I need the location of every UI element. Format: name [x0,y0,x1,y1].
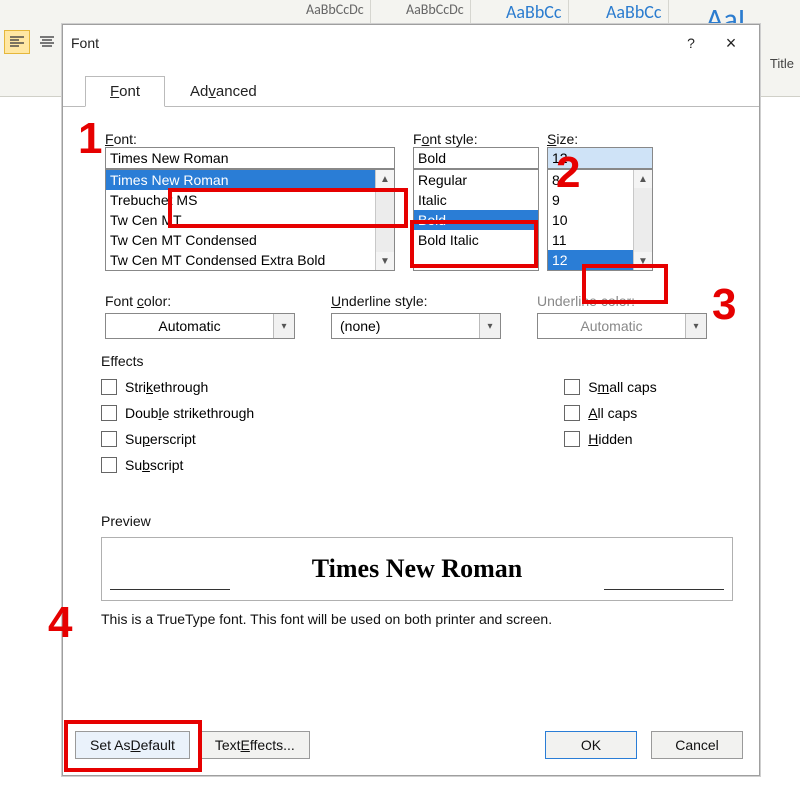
dialog-buttons: Set As Default Text Effects... OK Cancel [75,731,743,759]
font-label: Font: [105,131,395,147]
align-center-icon[interactable] [34,30,60,54]
text-effects-button[interactable]: Text Effects... [200,731,310,759]
font-color-label: Font color: [105,293,295,309]
font-column: Font: Times New Roman Trebuchet MS Tw Ce… [105,131,395,271]
tab-font[interactable]: Font [85,76,165,107]
chevron-down-icon[interactable]: ▾ [479,314,500,338]
font-pane: Font: Times New Roman Trebuchet MS Tw Ce… [63,107,759,153]
scroll-up-icon[interactable]: ▲ [634,170,652,188]
chevron-down-icon: ▾ [685,314,706,338]
color-row: Font color: Automatic ▾ Underline style:… [105,293,735,339]
dialog-title: Font [71,35,671,51]
font-list-item[interactable]: Tw Cen MT Condensed Extra Bold [106,250,394,270]
checkbox-icon [101,431,117,447]
underline-color-value: Automatic [538,318,685,334]
size-listbox[interactable]: 8 9 10 11 12 ▲ ▼ [547,169,653,271]
preview-text: Times New Roman [312,554,522,584]
titlebar: Font ? × [63,25,759,61]
font-style-label: Font style: [413,131,539,147]
font-listbox[interactable]: Times New Roman Trebuchet MS Tw Cen MT T… [105,169,395,271]
font-color-value: Automatic [106,318,273,334]
ribbon-title-label: Title [770,56,794,71]
font-style-listbox[interactable]: Regular Italic Bold Bold Italic [413,169,539,271]
checkbox-icon [101,379,117,395]
size-column: Size: 8 9 10 11 12 ▲ ▼ [547,131,653,271]
underline-color-dropdown: Automatic ▾ [537,313,707,339]
size-label: Size: [547,131,653,147]
effects-label: Effects [101,353,733,369]
checkbox-icon [564,431,580,447]
scroll-up-icon[interactable]: ▲ [376,170,394,188]
checkbox-icon [564,379,580,395]
set-as-default-button[interactable]: Set As Default [75,731,190,759]
scrollbar[interactable]: ▲ ▼ [633,170,652,270]
font-style-item[interactable]: Bold Italic [414,230,538,250]
chk-small-caps[interactable]: Small caps [564,379,656,395]
font-style-item[interactable]: Italic [414,190,538,210]
font-style-input[interactable] [413,147,539,169]
style-tile: AaBbCcDc [300,0,371,24]
font-color-dropdown[interactable]: Automatic ▾ [105,313,295,339]
underline-color-label: Underline color: [537,293,707,309]
style-tile: AaBbCc [600,0,669,24]
preview-rule [110,589,230,590]
tab-strip: Font Advanced [63,75,759,107]
cancel-button[interactable]: Cancel [651,731,743,759]
chk-strikethrough[interactable]: Strikethrough [101,379,254,395]
scroll-down-icon[interactable]: ▼ [634,252,652,270]
font-style-item[interactable]: Regular [414,170,538,190]
effects-group: Effects Strikethrough Double strikethrou… [101,355,733,473]
chevron-down-icon[interactable]: ▾ [273,314,294,338]
style-tile: AaBbCc [500,0,569,24]
scrollbar[interactable]: ▲ ▼ [375,170,394,270]
font-list-item[interactable]: Tw Cen MT Condensed [106,230,394,250]
chk-subscript[interactable]: Subscript [101,457,254,473]
chk-superscript[interactable]: Superscript [101,431,254,447]
underline-style-label: Underline style: [331,293,501,309]
checkbox-icon [101,405,117,421]
style-tile: AaBbCcDc [400,0,471,24]
chk-double-strikethrough[interactable]: Double strikethrough [101,405,254,421]
font-list-item[interactable]: Trebuchet MS [106,190,394,210]
checkbox-icon [101,457,117,473]
chk-all-caps[interactable]: All caps [564,405,656,421]
chk-hidden[interactable]: Hidden [564,431,656,447]
font-dialog: Font ? × Font Advanced Font: Times New R… [62,24,760,776]
preview-label: Preview [101,513,733,529]
font-hint: This is a TrueType font. This font will … [101,611,733,627]
underline-style-dropdown[interactable]: (none) ▾ [331,313,501,339]
font-list-item[interactable]: Tw Cen MT [106,210,394,230]
checkbox-icon [564,405,580,421]
close-button[interactable]: × [711,29,751,57]
align-left-icon[interactable] [4,30,30,54]
font-style-item[interactable]: Bold [414,210,538,230]
help-button[interactable]: ? [671,29,711,57]
font-input[interactable] [105,147,395,169]
ok-button[interactable]: OK [545,731,637,759]
align-group [4,30,60,54]
size-input[interactable] [547,147,653,169]
font-list-item[interactable]: Times New Roman [106,170,394,190]
underline-style-value: (none) [332,318,479,334]
tab-advanced[interactable]: Advanced [165,76,282,107]
preview-group: Preview Times New Roman This is a TrueTy… [101,515,733,627]
preview-area: Times New Roman [101,537,733,601]
preview-rule [604,589,724,590]
font-style-column: Font style: Regular Italic Bold Bold Ita… [413,131,539,271]
scroll-down-icon[interactable]: ▼ [376,252,394,270]
style-tile: AaI [700,0,751,24]
